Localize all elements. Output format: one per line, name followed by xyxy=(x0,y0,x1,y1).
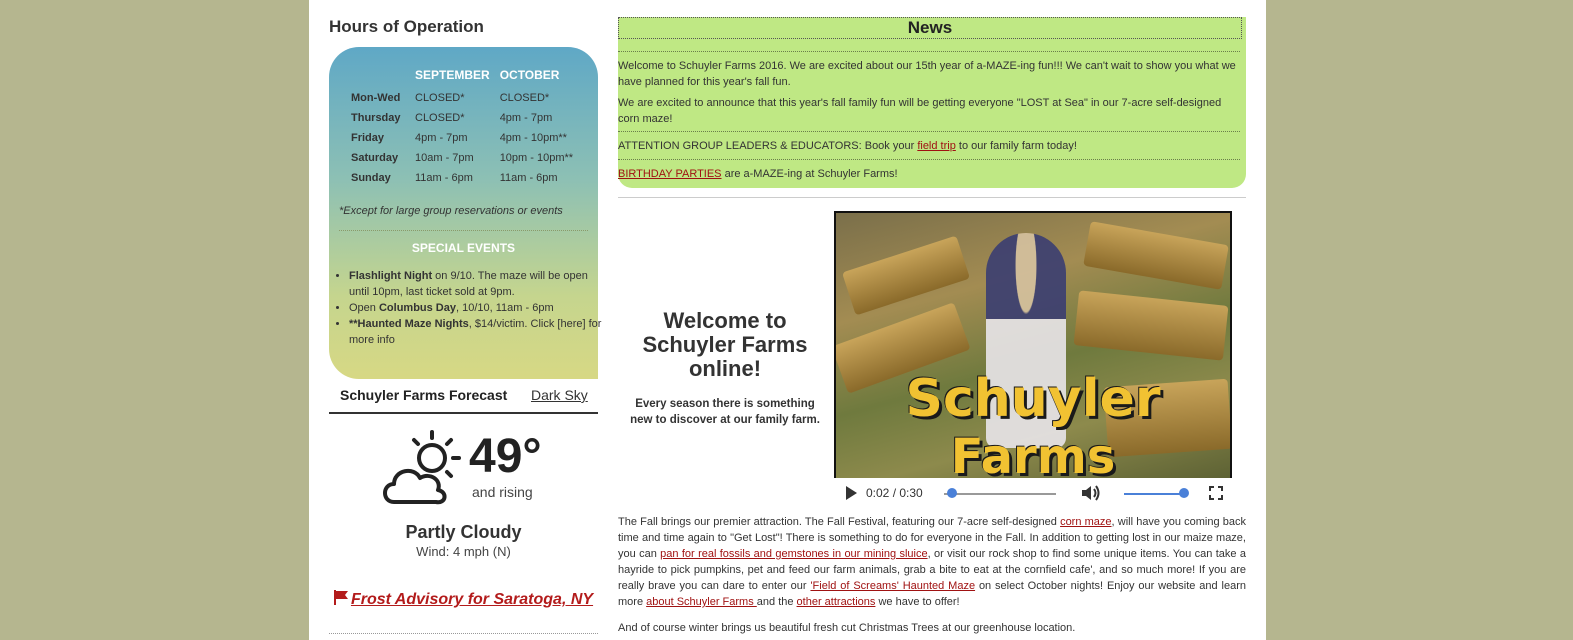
body-text: The Fall brings our premier attraction. … xyxy=(618,516,1061,528)
divider xyxy=(618,131,1240,132)
news-paragraph: BIRTHDAY PARTIES are a-MAZE-ing at Schuy… xyxy=(618,166,1242,182)
flag-icon xyxy=(333,590,348,605)
hours-day: Mon-Wed xyxy=(351,92,401,104)
hours-corner xyxy=(344,67,415,88)
hours-oct: 11am - 6pm xyxy=(499,172,558,184)
welcome-heading: Welcome to Schuyler Farms online! xyxy=(642,308,808,381)
mining-sluice-link[interactable]: pan for real fossils and gemstones in ou… xyxy=(660,548,927,560)
news-box: News Welcome to Schuyler Farms 2016. We … xyxy=(618,17,1246,188)
temperature: 49° xyxy=(469,430,542,483)
seek-thumb[interactable] xyxy=(946,488,957,498)
about-link[interactable]: about Schuyler Farms xyxy=(646,596,757,608)
hours-oct: 10pm - 10pm** xyxy=(499,152,574,164)
video-player[interactable]: Schuyler Farms 0:02 / 0:30 xyxy=(834,211,1232,508)
advisory-text: Frost Advisory for Saratoga, NY xyxy=(350,591,594,608)
list-item: Open Columbus Day, 10/10, 11am - 6pm xyxy=(349,300,611,316)
seek-bar[interactable] xyxy=(944,493,1056,495)
hours-day: Friday xyxy=(351,132,385,144)
col-october: OCTOBER xyxy=(499,68,560,82)
fullscreen-icon[interactable] xyxy=(1209,486,1223,500)
video-time: 0:02 / 0:30 xyxy=(866,486,923,500)
temperature-trend: and rising xyxy=(472,484,533,500)
video-controls: 0:02 / 0:30 xyxy=(834,478,1232,508)
hours-day: Saturday xyxy=(351,152,399,164)
news-text: to our family farm today! xyxy=(955,140,1077,152)
event-name: Columbus Day xyxy=(378,302,456,314)
list-item: **Haunted Maze Nights, $14/victim. Click… xyxy=(349,316,611,348)
hours-row: Mon-Wed CLOSED* CLOSED* xyxy=(344,88,583,108)
volume-icon[interactable] xyxy=(1081,485,1101,501)
volume-thumb[interactable] xyxy=(1179,488,1189,498)
hours-sep: CLOSED* xyxy=(415,92,465,104)
hours-sep: CLOSED* xyxy=(415,112,465,124)
hours-row: Thursday CLOSED* 4pm - 7pm xyxy=(344,108,583,128)
hours-sep: 11am - 6pm xyxy=(415,172,473,184)
wind-speed: Wind: 4 mph (N) xyxy=(416,544,511,559)
hours-box: SEPTEMBER OCTOBER Mon-Wed CLOSED* CLOSED… xyxy=(329,47,601,379)
divider xyxy=(618,159,1240,160)
special-events-list: Flashlight Night on 9/10. The maze will … xyxy=(329,268,611,348)
video-frame[interactable]: Schuyler Farms xyxy=(836,213,1230,478)
divider xyxy=(329,633,598,634)
welcome-subtitle: Every season there is something new to d… xyxy=(630,398,820,426)
event-prefix: Open xyxy=(349,302,379,314)
hours-oct: 4pm - 10pm** xyxy=(499,132,567,144)
hours-row: Saturday 10am - 7pm 10pm - 10pm** xyxy=(344,148,583,168)
col-september: SEPTEMBER xyxy=(415,68,490,82)
news-title: News xyxy=(618,17,1242,39)
news-text: ATTENTION GROUP LEADERS & EDUCATORS: Boo… xyxy=(618,140,918,152)
hours-row: Sunday 11am - 6pm 11am - 6pm xyxy=(344,168,583,188)
forecast-tab[interactable]: Schuyler Farms Forecast xyxy=(340,387,507,403)
hay-bale xyxy=(1083,221,1229,290)
hours-sep: 10am - 7pm xyxy=(415,152,474,164)
divider xyxy=(339,230,588,231)
hours-day: Sunday xyxy=(351,172,391,184)
news-paragraph: We are excited to announce that this yea… xyxy=(618,97,1222,125)
hours-day: Thursday xyxy=(351,112,401,124)
divider xyxy=(618,197,1246,198)
frost-advisory-link[interactable]: Frost Advisory for Saratoga, NY xyxy=(329,590,598,609)
play-icon[interactable] xyxy=(846,486,857,500)
hours-row: Friday 4pm - 7pm 4pm - 10pm** xyxy=(344,128,583,148)
fall-paragraph: The Fall brings our premier attraction. … xyxy=(618,514,1246,610)
list-item: Flashlight Night on 9/10. The maze will … xyxy=(349,268,611,300)
video-logo-line1: Schuyler xyxy=(905,369,1161,429)
volume-bar[interactable] xyxy=(1124,493,1184,495)
divider xyxy=(618,51,1240,52)
hay-bale xyxy=(1073,290,1229,361)
special-events-title: SPECIAL EVENTS xyxy=(411,241,516,255)
partly-cloudy-day-icon xyxy=(383,430,461,505)
haunted-maze-link[interactable]: 'Field of Screams' Haunted Maze xyxy=(810,580,975,592)
birthday-parties-link[interactable]: BIRTHDAY PARTIES xyxy=(618,168,722,180)
news-text: are a-MAZE-ing at Schuyler Farms! xyxy=(721,168,898,180)
hours-oct: CLOSED* xyxy=(499,92,550,104)
event-detail: , 10/10, 11am - 6pm xyxy=(455,302,554,314)
video-logo-line2: Farms xyxy=(950,429,1116,478)
hours-note: *Except for large group reservations or … xyxy=(339,205,563,217)
other-attractions-link[interactable]: other attractions xyxy=(797,596,876,608)
hours-oct: 4pm - 7pm xyxy=(499,112,553,124)
event-name: **Haunted Maze Nights xyxy=(349,318,469,330)
news-paragraph: Welcome to Schuyler Farms 2016. We are e… xyxy=(618,60,1236,88)
event-name: Flashlight Night xyxy=(349,270,433,282)
corn-maze-link[interactable]: corn maze xyxy=(1060,516,1111,528)
field-trip-link[interactable]: field trip xyxy=(917,140,956,152)
hours-sep: 4pm - 7pm xyxy=(415,132,468,144)
page-container: Hours of Operation SEPTEMBER OCTOBER Mon… xyxy=(309,0,1266,640)
body-text: and the xyxy=(756,596,797,608)
news-paragraph: ATTENTION GROUP LEADERS & EDUCATORS: Boo… xyxy=(618,138,1242,154)
hours-title: Hours of Operation xyxy=(329,17,484,36)
dark-sky-link[interactable]: Dark Sky xyxy=(531,387,588,403)
hours-table: SEPTEMBER OCTOBER Mon-Wed CLOSED* CLOSED… xyxy=(344,67,583,188)
winter-paragraph: And of course winter brings us beautiful… xyxy=(618,622,1076,634)
weather-condition: Partly Cloudy xyxy=(405,522,522,542)
body-text: we have to offer! xyxy=(875,596,960,608)
forecast-header: Schuyler Farms Forecast Dark Sky xyxy=(329,380,598,414)
